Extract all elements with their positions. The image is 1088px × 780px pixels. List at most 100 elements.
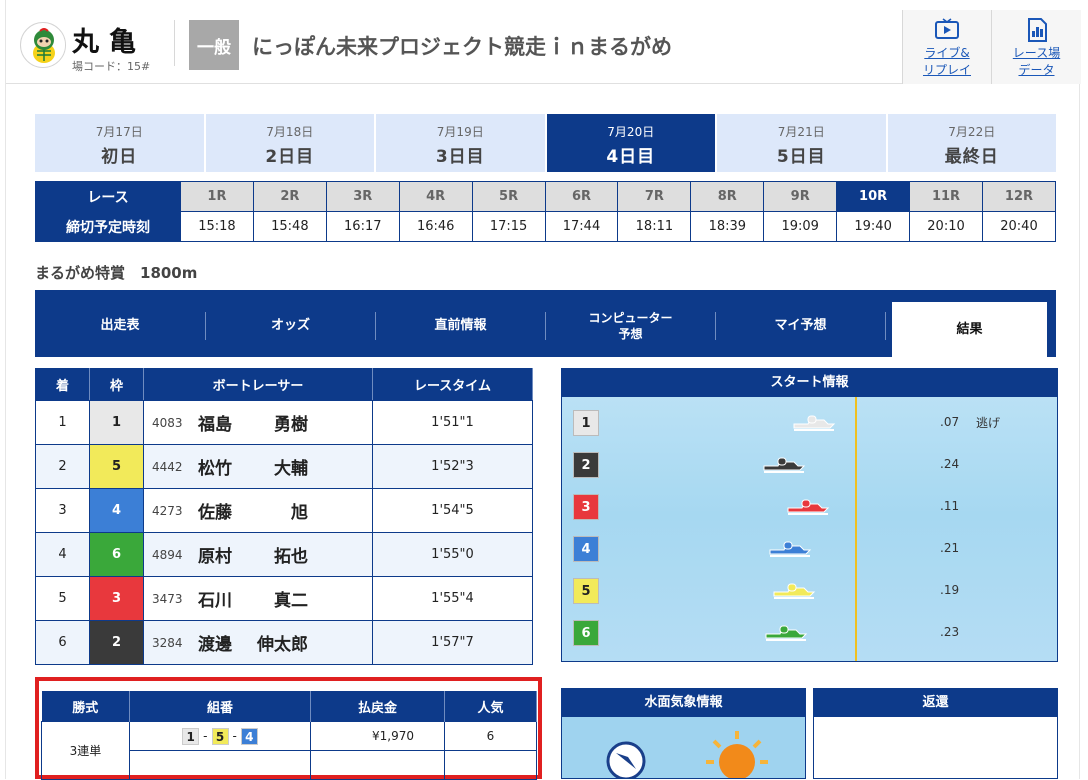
venue-data-label-2: データ <box>1018 63 1055 77</box>
day-tab-3[interactable]: 7月19日 3日目 <box>376 114 545 172</box>
race-number-2[interactable]: 2R <box>252 181 327 212</box>
race-deadline-11[interactable]: 20:10 <box>909 211 983 242</box>
race-number-7[interactable]: 7R <box>617 181 692 212</box>
combo-frame-3: 4 <box>240 727 258 745</box>
racer-name[interactable]: 原村 拓也 <box>198 542 308 567</box>
race-deadline-2[interactable]: 15:48 <box>252 211 327 242</box>
combo-frame-2: 5 <box>211 727 229 745</box>
start-timing: .07 <box>940 415 960 429</box>
tab-computer-prediction[interactable]: コンピューター 予想 <box>546 302 715 350</box>
empty-cell <box>129 750 311 780</box>
race-title: にっぽん未来プロジェクト競走ｉｎまるがめ <box>252 35 672 59</box>
day-label: 最終日 <box>944 147 999 167</box>
header-divider <box>174 20 175 66</box>
race-deadline-10[interactable]: 19:40 <box>836 211 911 242</box>
popularity: 6 <box>444 721 537 751</box>
race-number-6[interactable]: 6R <box>544 181 619 212</box>
race-course-info: まるがめ特賞 1800m <box>35 264 198 282</box>
registration-number: 3284 <box>152 635 183 650</box>
racer-name[interactable]: 松竹 大輔 <box>198 454 308 479</box>
payout-amount: ¥1,970 <box>310 721 445 751</box>
race-deadline-4[interactable]: 16:46 <box>398 211 473 242</box>
boat-icon <box>773 583 816 599</box>
race-time: 1'55"4 <box>372 576 533 621</box>
grade-badge: 一般 <box>189 20 239 70</box>
tab-odds[interactable]: オッズ <box>206 302 375 350</box>
race-deadline-1[interactable]: 15:18 <box>180 211 254 242</box>
race-number-12[interactable]: 12R <box>981 181 1057 212</box>
race-deadline-12[interactable]: 20:40 <box>981 211 1057 242</box>
race-number-3[interactable]: 3R <box>325 181 400 212</box>
start-row: 6.23 <box>562 612 1057 654</box>
racer-first-name: 勇樹 <box>274 415 308 435</box>
live-replay-button[interactable]: ライブ& リプレイ <box>902 10 991 84</box>
live-replay-label-2: リプレイ <box>922 63 971 77</box>
race-number-5[interactable]: 5R <box>471 181 546 212</box>
refund-title: 返還 <box>814 689 1057 717</box>
racer-name[interactable]: 渡邊 伸太郎 <box>198 630 308 655</box>
course-number: 5 <box>573 578 599 604</box>
race-number-11[interactable]: 11R <box>909 181 983 212</box>
start-timing: .21 <box>940 541 960 555</box>
race-number-4[interactable]: 4R <box>398 181 473 212</box>
race-deadline-3[interactable]: 16:17 <box>325 211 400 242</box>
weather-icons <box>606 731 768 778</box>
racer-name[interactable]: 福島 勇樹 <box>198 410 308 435</box>
day-tab-5[interactable]: 7月21日 5日目 <box>717 114 886 172</box>
header-popularity: 人気 <box>444 691 537 722</box>
boat-icon <box>793 415 836 431</box>
day-tab-4[interactable]: 7月20日 4日目 <box>546 114 715 172</box>
header-payout: 払戻金 <box>310 691 445 722</box>
race-result-table: 着 枠 ボートレーサー レースタイム 1 1 4083 福島 勇樹 1'51"1 2 5 444… <box>35 368 533 665</box>
racer-cell: 4442 松竹 大輔 <box>143 444 373 489</box>
racer-name[interactable]: 佐藤 旭 <box>198 498 308 523</box>
tab-results[interactable]: 結果 <box>892 302 1047 357</box>
racer-cell: 4083 福島 勇樹 <box>143 400 373 445</box>
race-deadline-7[interactable]: 18:11 <box>617 211 692 242</box>
tab-my-prediction[interactable]: マイ予想 <box>716 302 885 350</box>
racer-last-name: 福島 <box>198 415 232 435</box>
frame-number: 6 <box>89 532 144 577</box>
start-timing: .24 <box>940 457 960 471</box>
race-deadline-9[interactable]: 19:09 <box>763 211 838 242</box>
start-row: 2.24 <box>562 444 1057 486</box>
frame-number: 4 <box>89 488 144 533</box>
empty-cell <box>310 750 445 780</box>
result-row: 3 4 4273 佐藤 旭 1'54"5 <box>35 488 533 533</box>
result-row: 6 2 3284 渡邊 伸太郎 1'57"7 <box>35 620 533 665</box>
race-number-10[interactable]: 10R <box>836 181 911 212</box>
day-label: 4日目 <box>606 147 656 167</box>
day-tab-2[interactable]: 7月18日 2日目 <box>205 114 374 172</box>
day-date: 7月18日 <box>266 125 314 139</box>
frame-number: 5 <box>89 444 144 489</box>
tab-pre-race-info[interactable]: 直前情報 <box>376 302 545 350</box>
racer-name[interactable]: 石川 真二 <box>198 586 308 611</box>
start-timing: .11 <box>940 499 960 513</box>
race-deadline-8[interactable]: 18:39 <box>690 211 765 242</box>
combination: 1 - 5 - 4 <box>129 721 311 751</box>
day-label: 3日目 <box>435 147 485 167</box>
race-number-8[interactable]: 8R <box>690 181 765 212</box>
day-tab-1[interactable]: 7月17日 初日 <box>35 114 204 172</box>
result-row: 5 3 3473 石川 真二 1'55"4 <box>35 576 533 621</box>
day-tab-6[interactable]: 7月22日 最終日 <box>887 114 1056 172</box>
tab-entry-list[interactable]: 出走表 <box>35 302 205 350</box>
registration-number: 3473 <box>152 591 183 606</box>
racer-last-name: 松竹 <box>198 459 232 479</box>
race-deadline-6[interactable]: 17:44 <box>544 211 619 242</box>
day-label: 初日 <box>101 147 138 167</box>
boat-icon <box>769 541 812 557</box>
race-deadline-5[interactable]: 17:15 <box>471 211 546 242</box>
venue-name: 丸亀 <box>72 27 146 58</box>
result-row: 2 5 4442 松竹 大輔 1'52"3 <box>35 444 533 489</box>
race-number-table: レース 1R 2R 3R 4R 5R 6R 7R 8R 9R 10R 11R 12R 締切予定時刻 1… <box>35 181 1057 242</box>
race-number-1[interactable]: 1R <box>180 181 254 212</box>
racer-first-name: 旭 <box>291 503 308 523</box>
racer-first-name: 拓也 <box>274 547 308 567</box>
race-number-9[interactable]: 9R <box>763 181 838 212</box>
race-row-label: レース <box>35 181 181 212</box>
winning-move: 逃げ <box>976 416 1001 430</box>
result-row: 1 1 4083 福島 勇樹 1'51"1 <box>35 400 533 445</box>
course-number: 4 <box>573 536 599 562</box>
venue-data-button[interactable]: レース場 データ <box>991 10 1081 84</box>
